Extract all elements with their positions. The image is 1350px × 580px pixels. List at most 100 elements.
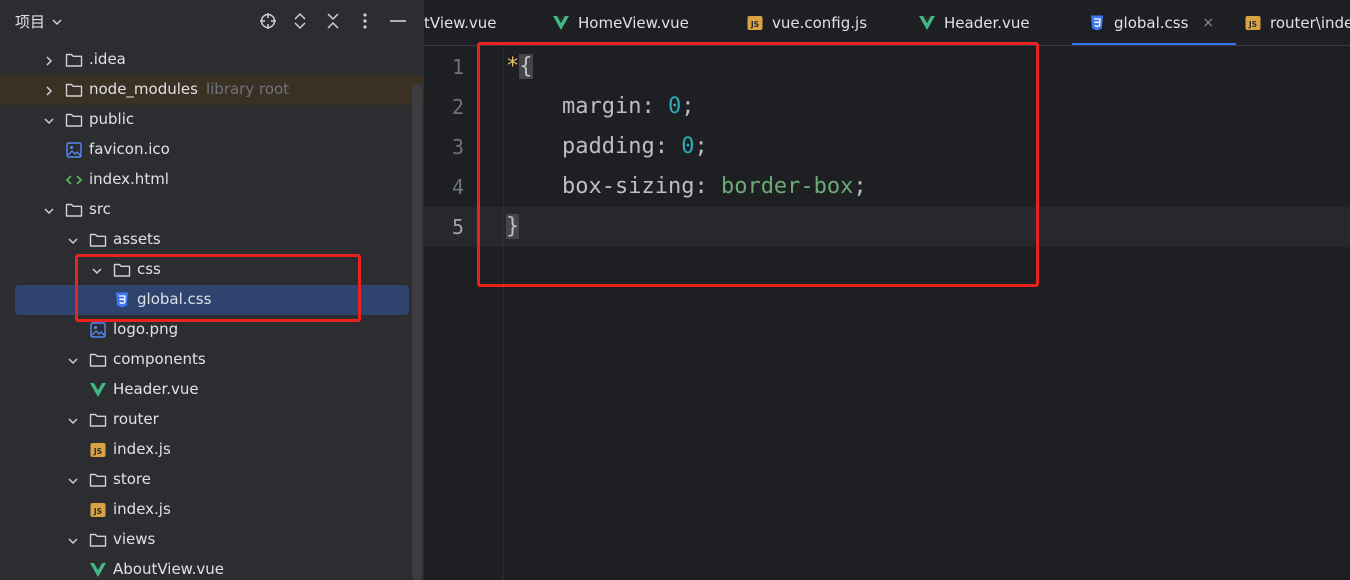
- tree-item-label: css: [137, 260, 161, 278]
- tree-item-label: Header.vue: [113, 380, 199, 398]
- folder-icon: [89, 411, 107, 429]
- chevron-down-icon[interactable]: [90, 263, 104, 277]
- tree-item-index-html[interactable]: index.html: [0, 165, 410, 195]
- chevron-down-icon[interactable]: [66, 413, 80, 427]
- line-number: 5: [451, 215, 464, 239]
- chevron-down-icon[interactable]: [66, 353, 80, 367]
- js-file-icon: JS: [1244, 14, 1262, 32]
- tree-item-label: global.css: [137, 290, 212, 308]
- line-number: 3: [451, 135, 464, 159]
- tree-item-assets[interactable]: assets: [0, 225, 410, 255]
- svg-text:JS: JS: [93, 447, 102, 456]
- code-editor[interactable]: 1 2 3 4 5 *{ margin: 0; padding: 0; box-…: [424, 47, 1350, 580]
- vue-file-icon: [89, 381, 107, 399]
- css-file-icon: [113, 291, 131, 309]
- tree-item-label: store: [113, 470, 151, 488]
- tree-item-header-vue[interactable]: Header.vue: [0, 375, 410, 405]
- project-tree: .idea node_modules library root public favic…: [0, 45, 424, 580]
- chevron-down-icon[interactable]: [42, 113, 56, 127]
- semicolon: ;: [853, 174, 867, 199]
- tree-item-components[interactable]: components: [0, 345, 410, 375]
- css-value: 0: [667, 94, 682, 119]
- more-vertical-icon[interactable]: [354, 10, 376, 32]
- css-selector: *: [506, 54, 520, 79]
- tab-label: vue.config.js: [772, 14, 868, 32]
- tab-tview-vue[interactable]: tView.vue: [424, 0, 496, 45]
- tree-item-public[interactable]: public: [0, 105, 410, 135]
- tree-item-css[interactable]: css: [0, 255, 410, 285]
- tree-item-favicon-ico[interactable]: favicon.ico: [0, 135, 410, 165]
- vue-file-icon: [89, 561, 107, 579]
- tab-label: HomeView.vue: [578, 14, 689, 32]
- tree-item-label: .idea: [89, 50, 126, 68]
- image-file-icon: [65, 141, 83, 159]
- tree-item-global-css[interactable]: global.css: [15, 285, 409, 315]
- collapse-all-icon[interactable]: [322, 10, 344, 32]
- tree-item-label: components: [113, 350, 206, 368]
- expand-all-icon[interactable]: [289, 10, 311, 32]
- tree-scrollbar[interactable]: [412, 84, 422, 580]
- tree-item-label: assets: [113, 230, 161, 248]
- tree-item-aboutview-vue[interactable]: AboutView.vue: [0, 555, 410, 580]
- tree-item-views[interactable]: views: [0, 525, 410, 555]
- chevron-down-icon[interactable]: [66, 473, 80, 487]
- css-file-icon: [1088, 14, 1106, 32]
- minimize-icon[interactable]: [387, 10, 409, 32]
- tree-item-idea[interactable]: .idea: [0, 45, 410, 75]
- css-value: 0: [681, 134, 695, 159]
- tab-global-css[interactable]: global.css ×: [1071, 0, 1237, 45]
- open-brace: {: [519, 54, 533, 79]
- js-file-icon: JS: [746, 14, 764, 32]
- tree-item-store[interactable]: store: [0, 465, 410, 495]
- tree-item-index-js[interactable]: JS index.js: [0, 435, 410, 465]
- project-view-selector[interactable]: 项目: [15, 11, 63, 32]
- project-header: 项目: [0, 0, 424, 44]
- tree-item-logo-png[interactable]: logo.png: [0, 315, 410, 345]
- tree-item-label: index.js: [113, 440, 171, 458]
- vue-file-icon: [552, 14, 570, 32]
- gutter-divider: [503, 47, 504, 580]
- code-line: margin: 0;: [562, 94, 694, 119]
- tab-label: router\inde: [1270, 14, 1350, 32]
- chevron-down-icon[interactable]: [66, 533, 80, 547]
- tree-item-index-js[interactable]: JS index.js: [0, 495, 410, 525]
- tree-item-router[interactable]: router: [0, 405, 410, 435]
- folder-icon: [113, 261, 131, 279]
- tab-header-vue[interactable]: Header.vue: [918, 0, 1030, 45]
- tree-item-label: src: [89, 200, 111, 218]
- code-line: box-sizing: border-box;: [562, 174, 867, 199]
- code-line: *{: [506, 54, 533, 79]
- tab-vue-config-js[interactable]: JS vue.config.js: [746, 0, 868, 45]
- current-line-highlight: [424, 207, 1350, 247]
- tree-item-node-modules[interactable]: node_modules library root: [0, 75, 424, 105]
- css-value: border-box: [720, 174, 854, 199]
- chevron-down-icon[interactable]: [66, 233, 80, 247]
- crosshair-icon[interactable]: [257, 10, 279, 32]
- chevron-right-icon[interactable]: [42, 83, 56, 97]
- project-tool-window: 项目 .idea node_modules library root public fa…: [0, 0, 424, 580]
- editor-tab-bar: tView.vue HomeView.vue JS vue.config.js Head…: [424, 0, 1350, 46]
- css-property: box-sizing: [562, 174, 695, 199]
- tree-item-src[interactable]: src: [0, 195, 410, 225]
- chevron-down-icon: [52, 18, 62, 25]
- tree-item-label-group: node_modules library root: [89, 80, 289, 98]
- chevron-down-icon[interactable]: [42, 203, 56, 217]
- tab-homeview-vue[interactable]: HomeView.vue: [552, 0, 689, 45]
- folder-icon: [65, 81, 83, 99]
- close-icon[interactable]: ×: [1202, 15, 1214, 31]
- colon: :: [694, 174, 721, 199]
- folder-icon: [89, 231, 107, 249]
- semicolon: ;: [681, 94, 695, 119]
- css-property: margin: [562, 94, 642, 119]
- chevron-right-icon[interactable]: [42, 53, 56, 67]
- project-title-label: 项目: [15, 13, 46, 31]
- tab-label: Header.vue: [944, 14, 1030, 32]
- folder-icon: [89, 351, 107, 369]
- line-number: 4: [451, 175, 464, 199]
- tab-router-inde[interactable]: JS router\inde: [1244, 0, 1350, 45]
- svg-text:JS: JS: [750, 20, 759, 29]
- tab-label: global.css: [1114, 14, 1189, 32]
- tree-item-label: public: [89, 110, 135, 128]
- svg-text:JS: JS: [93, 507, 102, 516]
- line-number: 2: [451, 95, 464, 119]
